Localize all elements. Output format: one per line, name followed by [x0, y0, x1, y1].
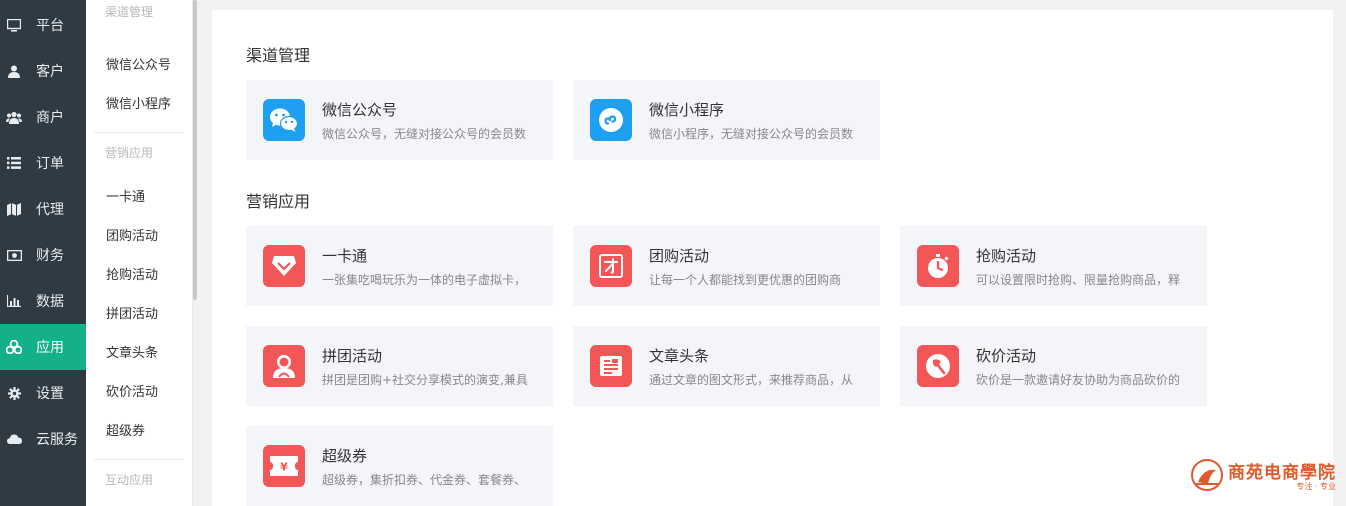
- submenu-item-card[interactable]: 一卡通: [86, 178, 192, 217]
- app-card-desc: 让每一个人都能找到更优惠的团购商: [649, 273, 842, 287]
- submenu-item-flash-sale[interactable]: 抢购活动: [86, 256, 192, 295]
- app-card-desc: 微信公众号，无缝对接公众号的会员数: [322, 127, 527, 141]
- watermark-title: 商苑电商學院: [1228, 463, 1336, 483]
- gear-icon: [6, 385, 22, 401]
- nav-item-label: 代理: [36, 202, 64, 218]
- nav-item-label: 订单: [36, 156, 64, 172]
- coupon-icon: ¥: [263, 445, 305, 487]
- nav-item-data[interactable]: 数据: [0, 278, 86, 324]
- app-card-desc: 砍价是一款邀请好友协助为商品砍价的: [976, 373, 1181, 387]
- map-icon: [6, 201, 22, 217]
- section-title-channels: 渠道管理: [246, 46, 311, 65]
- people-icon: [263, 345, 305, 387]
- app-card-team-buy[interactable]: 拼团活动 拼团是团购+社交分享模式的演变,兼具: [246, 326, 553, 406]
- nav-item-cloud[interactable]: 云服务: [0, 416, 86, 462]
- app-card-super-coupon[interactable]: ¥ 超级券 超级券，集折扣券、代金券、套餐券、: [246, 426, 553, 506]
- submenu-scrollbar[interactable]: [193, 0, 197, 300]
- app-card-title: 微信小程序: [649, 101, 725, 119]
- app-card-title: 团购活动: [649, 247, 710, 265]
- nav-item-label: 客户: [36, 64, 64, 80]
- nav-item-agent[interactable]: 代理: [0, 186, 86, 232]
- submenu-item-team-buy[interactable]: 拼团活动: [86, 295, 192, 334]
- app-card-title: 一卡通: [322, 247, 368, 265]
- user-icon: [6, 63, 22, 79]
- svg-text:¥: ¥: [280, 461, 288, 474]
- stopwatch-icon: [917, 245, 959, 287]
- nav-item-label: 应用: [36, 340, 64, 356]
- nav-item-merchant[interactable]: 商户: [0, 94, 86, 140]
- nav-item-platform[interactable]: 平台: [0, 2, 86, 48]
- nav-item-finance[interactable]: 财务: [0, 232, 86, 278]
- secondary-menu: 渠道管理 微信公众号 微信小程序 营销应用 一卡通 团购活动 抢购活动 拼团活动…: [86, 0, 193, 506]
- app-card-desc: 拼团是团购+社交分享模式的演变,兼具: [322, 373, 528, 387]
- submenu-item-articles[interactable]: 文章头条: [86, 334, 192, 373]
- submenu-heading-channels: 渠道管理: [105, 5, 154, 19]
- app-card-desc: 通过文章的图文形式，来推荐商品，从: [649, 373, 854, 387]
- app-card-title: 拼团活动: [322, 347, 383, 365]
- diamond-card-icon: [263, 245, 305, 287]
- nav-item-label: 云服务: [36, 432, 78, 448]
- app-card-group-buy[interactable]: 团购活动 让每一个人都能找到更优惠的团购商: [573, 226, 880, 306]
- nav-item-customer[interactable]: 客户: [0, 48, 86, 94]
- primary-nav: 平台 客户 商户 订单 代理 财务 数据 应用 设置 云服务: [0, 0, 86, 506]
- app-card-wechat-mini[interactable]: 微信小程序 微信小程序，无缝对接公众号的会员数: [573, 80, 880, 160]
- cubes-icon: [6, 339, 22, 355]
- cloud-icon: [6, 431, 22, 447]
- wechat-icon: [263, 99, 305, 141]
- submenu-item-bargain[interactable]: 砍价活动: [86, 373, 192, 412]
- nav-item-settings[interactable]: 设置: [0, 370, 86, 416]
- money-icon: [6, 247, 22, 263]
- nav-item-label: 商户: [36, 110, 64, 126]
- submenu-item-wechat-official[interactable]: 微信公众号: [86, 46, 192, 85]
- nav-item-label: 财务: [36, 248, 64, 264]
- article-icon: [590, 345, 632, 387]
- app-card-desc: 一张集吃喝玩乐为一体的电子虚拟卡，: [322, 273, 527, 287]
- submenu-item-super-coupon[interactable]: 超级券: [86, 412, 192, 451]
- nav-item-label: 平台: [36, 18, 64, 34]
- app-card-title: 文章头条: [649, 347, 710, 365]
- nav-item-apps[interactable]: 应用: [0, 324, 86, 370]
- academy-logo-icon: [1191, 459, 1223, 491]
- app-card-desc: 可以设置限时抢购、限量抢购商品，释: [976, 273, 1181, 287]
- section-title-marketing: 营销应用: [246, 192, 311, 211]
- submenu-heading-interactive: 互动应用: [105, 473, 154, 487]
- app-card-bargain[interactable]: 砍价活动 砍价是一款邀请好友协助为商品砍价的: [900, 326, 1207, 406]
- miniprogram-icon: [590, 99, 632, 141]
- bar-chart-icon: [6, 293, 22, 309]
- app-card-title: 超级券: [322, 447, 368, 465]
- users-icon: [6, 109, 22, 125]
- group-buy-icon: [590, 245, 632, 287]
- nav-item-order[interactable]: 订单: [0, 140, 86, 186]
- app-card-title: 微信公众号: [322, 101, 398, 119]
- app-card-flash-sale[interactable]: 抢购活动 可以设置限时抢购、限量抢购商品，释: [900, 226, 1207, 306]
- submenu-item-group-buy[interactable]: 团购活动: [86, 217, 192, 256]
- app-card-wechat-official[interactable]: 微信公众号 微信公众号，无缝对接公众号的会员数: [246, 80, 553, 160]
- app-card-desc: 微信小程序，无缝对接公众号的会员数: [649, 127, 854, 141]
- submenu-heading-marketing: 营销应用: [105, 146, 154, 160]
- list-icon: [6, 155, 22, 171]
- monitor-icon: [6, 17, 22, 33]
- submenu-item-wechat-mini[interactable]: 微信小程序: [86, 85, 192, 124]
- app-card-articles[interactable]: 文章头条 通过文章的图文形式，来推荐商品，从: [573, 326, 880, 406]
- app-card-one-card[interactable]: 一卡通 一张集吃喝玩乐为一体的电子虚拟卡，: [246, 226, 553, 306]
- app-card-title: 抢购活动: [976, 247, 1037, 265]
- watermark-logo: 商苑电商學院 专注 · 专业: [1190, 458, 1336, 492]
- app-window: 平台 客户 商户 订单 代理 财务 数据 应用 设置 云服务 渠道管理 微信公众…: [0, 0, 1346, 506]
- axe-icon: [917, 345, 959, 387]
- app-card-desc: 超级券，集折扣券、代金券、套餐券、: [322, 473, 527, 487]
- main-panel: 渠道管理 微信公众号 微信公众号，无缝对接公众号的会员数 微信小程序 微信小程序…: [212, 10, 1333, 506]
- nav-item-label: 设置: [36, 386, 64, 402]
- app-card-title: 砍价活动: [976, 347, 1037, 365]
- nav-item-label: 数据: [36, 294, 64, 310]
